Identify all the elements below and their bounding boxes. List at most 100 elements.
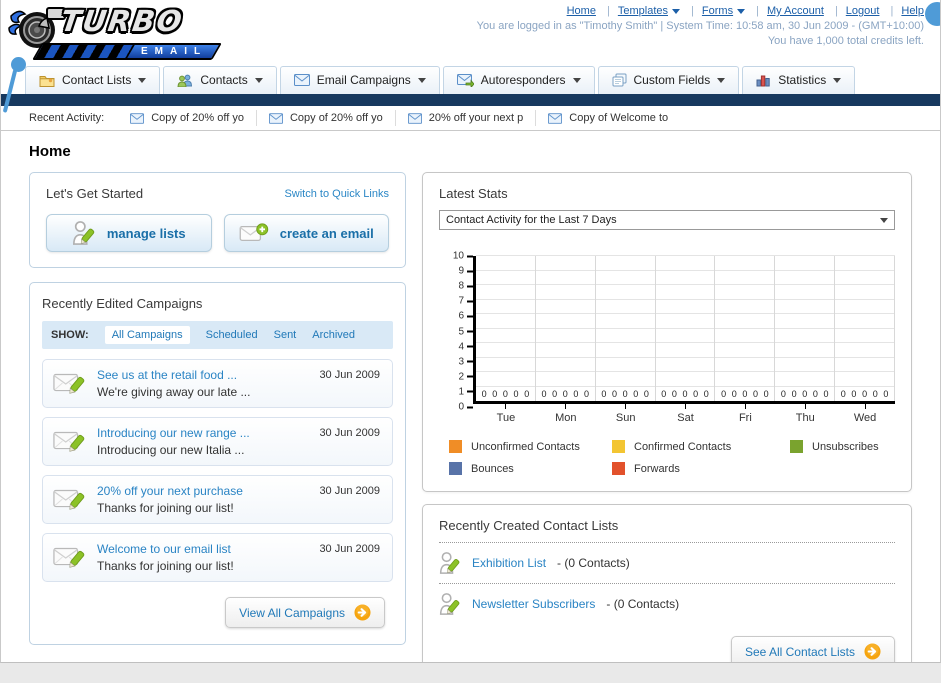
contact-list-link[interactable]: Newsletter Subscribers [472, 597, 595, 611]
legend-item: Confirmed Contacts [612, 440, 790, 453]
legend-swatch [449, 462, 462, 475]
chart-group: 00000 [835, 256, 896, 401]
chevron-down-icon [672, 8, 680, 14]
envelope-pencil-icon [53, 431, 85, 452]
top-nav-links: Home Templates Forms My Account Logout H… [477, 5, 924, 17]
value-label: 0 [611, 389, 617, 399]
legend-swatch [612, 440, 625, 453]
contact-list-link[interactable]: Exhibition List [472, 556, 546, 570]
nav-link-templates[interactable]: Templates [618, 5, 668, 17]
chevron-down-icon [572, 77, 581, 83]
campaign-title-link[interactable]: 20% off your next purchase [97, 484, 243, 498]
campaign-date: 30 Jun 2009 [319, 369, 380, 381]
campaign-row[interactable]: Welcome to our email list Thanks for joi… [42, 533, 393, 582]
campaign-title-link[interactable]: Welcome to our email list [97, 542, 234, 556]
tab-email-campaigns[interactable]: Email Campaigns [279, 66, 440, 94]
value-label: 0 [872, 389, 878, 399]
x-tick-label: Thu [775, 404, 835, 424]
tab-label: Statistics [778, 73, 827, 87]
y-tick-label: 6 [458, 311, 473, 322]
get-started-title: Let's Get Started [46, 186, 144, 201]
recent-activity-item[interactable]: Copy of 20% off yo [255, 110, 395, 126]
campaigns-title: Recently Edited Campaigns [42, 296, 203, 311]
campaign-title-link[interactable]: See us at the retail food ... [97, 368, 250, 382]
campaign-title-link[interactable]: Introducing our new range ... [97, 426, 250, 440]
legend-item: Forwards [612, 462, 790, 475]
tab-label: Email Campaigns [316, 73, 411, 87]
chevron-down-icon [417, 77, 426, 83]
value-label: 0 [682, 389, 688, 399]
campaign-row[interactable]: Introducing our new range ... Introducin… [42, 417, 393, 466]
person-pencil-icon [439, 552, 460, 574]
value-label: 0 [693, 389, 699, 399]
chart-group: 00000 [715, 256, 776, 401]
value-label: 0 [812, 389, 818, 399]
nav-link-help[interactable]: Help [901, 5, 924, 17]
chart-group: 00000 [656, 256, 716, 401]
filter-sent[interactable]: Sent [274, 329, 297, 341]
recent-activity-item[interactable]: Copy of 20% off yo [118, 110, 256, 126]
folder-icon [39, 75, 55, 87]
envelope-pencil-icon [53, 489, 85, 510]
manage-lists-button[interactable]: manage lists [46, 214, 212, 252]
filter-scheduled[interactable]: Scheduled [206, 329, 258, 341]
y-tick-label: 1 [458, 386, 473, 397]
filter-archived[interactable]: Archived [312, 329, 355, 341]
switch-to-quick-links-link[interactable]: Switch to Quick Links [284, 188, 389, 200]
button-label: create an email [279, 225, 374, 241]
create-email-button[interactable]: create an email [223, 214, 389, 252]
view-all-campaigns-button[interactable]: View All Campaigns [225, 597, 385, 628]
tab-custom-fields[interactable]: Custom Fields [597, 66, 740, 94]
envelope-pencil-icon [53, 373, 85, 394]
chart-group: 00000 [596, 256, 656, 401]
main-nav: Contact Lists Contacts Email Campaigns A… [1, 64, 940, 94]
value-label: 0 [633, 389, 639, 399]
app-window: TURBO EMAIL Home Templates Forms My Acco… [0, 0, 941, 663]
recent-activity-item[interactable]: 20% off your next p [394, 110, 536, 126]
chevron-down-icon [833, 77, 842, 83]
nav-link-home[interactable]: Home [567, 5, 596, 17]
tab-contact-lists[interactable]: Contact Lists [25, 66, 161, 94]
envelope-pencil-icon [53, 547, 85, 568]
campaign-row[interactable]: 20% off your next purchase Thanks for jo… [42, 475, 393, 524]
legend-swatch [612, 462, 625, 475]
nav-link-forms[interactable]: Forms [702, 5, 733, 17]
tab-contacts[interactable]: Contacts [163, 66, 277, 94]
tab-statistics[interactable]: Statistics [742, 66, 856, 94]
campaign-list: See us at the retail food ... We're givi… [42, 359, 393, 582]
value-label: 0 [541, 389, 547, 399]
value-label: 0 [524, 389, 530, 399]
arrow-right-icon [864, 643, 881, 660]
nav-link-my-account[interactable]: My Account [767, 5, 824, 17]
nav-link-logout[interactable]: Logout [846, 5, 880, 17]
campaign-date: 30 Jun 2009 [319, 543, 380, 555]
envelope-icon [268, 112, 283, 124]
value-label: 0 [802, 389, 808, 399]
contact-list-row[interactable]: Exhibition List - (0 Contacts) [439, 543, 895, 584]
envelope-arrow-icon [456, 73, 474, 87]
contact-lists-panel: Recently Created Contact Lists Exhibitio… [422, 504, 912, 662]
x-tick-label: Sat [656, 404, 716, 424]
chevron-down-icon [717, 77, 726, 83]
value-label: 0 [752, 389, 758, 399]
stats-dropdown[interactable]: Contact Activity for the Last 7 Days [439, 210, 895, 230]
activity-text: Copy of 20% off yo [151, 112, 244, 124]
contact-lists-title: Recently Created Contact Lists [439, 518, 895, 543]
contact-list-row[interactable]: Newsletter Subscribers - (0 Contacts) [439, 584, 895, 624]
legend-label: Confirmed Contacts [634, 440, 732, 453]
recent-activity-label: Recent Activity: [29, 112, 105, 124]
tab-autoresponders[interactable]: Autoresponders [442, 66, 595, 94]
envelope-plus-icon [239, 223, 268, 241]
filter-all-campaigns[interactable]: All Campaigns [104, 326, 190, 344]
campaign-row[interactable]: See us at the retail food ... We're givi… [42, 359, 393, 408]
value-label: 0 [862, 389, 868, 399]
value-label: 0 [763, 389, 769, 399]
value-label: 0 [703, 389, 709, 399]
tab-label: Contact Lists [62, 73, 132, 87]
y-tick-label: 10 [453, 251, 473, 262]
see-all-contact-lists-button[interactable]: See All Contact Lists [730, 636, 895, 662]
recent-activity-item[interactable]: Copy of Welcome to [535, 110, 680, 126]
chart-x-axis: Tue Mon Sun Sat Fri Thu Wed [476, 404, 895, 424]
chart-group: 00000 [775, 256, 836, 401]
button-label: See All Contact Lists [744, 644, 855, 659]
